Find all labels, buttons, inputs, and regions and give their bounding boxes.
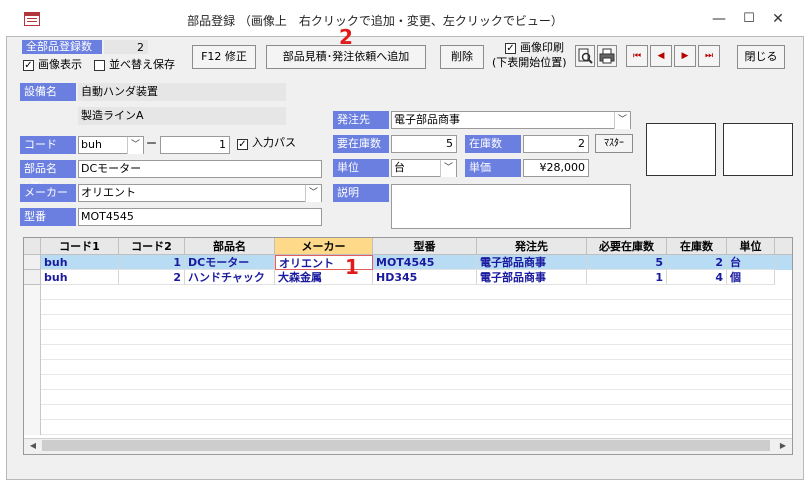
nav-next-button[interactable]: ▶ xyxy=(674,45,696,67)
chevron-down-icon[interactable]: ﹀ xyxy=(614,112,630,129)
table-cell[interactable]: 5 xyxy=(587,255,667,270)
chevron-down-icon[interactable]: ﹀ xyxy=(440,160,456,177)
table-cell[interactable]: DCモーター xyxy=(185,255,275,270)
maker-label: メーカー xyxy=(20,184,76,202)
row-selector[interactable] xyxy=(24,255,41,270)
price-field[interactable]: ¥28,000 xyxy=(523,159,589,177)
part-name-field[interactable]: DCモーター xyxy=(78,160,322,178)
required-stock-label: 要在庫数 xyxy=(333,135,389,153)
maker-select[interactable]: オリエント xyxy=(78,184,322,202)
required-stock-field[interactable]: 5 xyxy=(391,135,457,153)
table-cell[interactable]: buh xyxy=(41,270,119,285)
input-pass-label: 入力パス xyxy=(252,136,296,149)
part-name-label: 部品名(必) xyxy=(20,160,76,193)
window-title: 部品登録 （画像上 右クリックで追加・変更、左クリックでビュー） xyxy=(187,14,563,28)
scroll-left-icon[interactable]: ◀ xyxy=(26,440,40,452)
close-form-button[interactable]: 閉じる xyxy=(737,45,785,69)
table-cell[interactable]: 電子部品商事 xyxy=(477,255,587,270)
column-header[interactable]: 在庫数 xyxy=(667,238,727,255)
close-window-button[interactable]: ✕ xyxy=(763,6,793,32)
table-cell[interactable]: 2 xyxy=(667,255,727,270)
print-image-checkbox[interactable]: ✓ xyxy=(505,43,516,54)
row-selector[interactable] xyxy=(24,270,41,285)
column-header[interactable]: 部品名 xyxy=(185,238,275,255)
code-label: コード xyxy=(20,136,76,154)
column-header[interactable]: 型番 xyxy=(373,238,477,255)
supplier-select[interactable]: 電子部品商事 xyxy=(391,111,631,129)
unit-label: 単位 xyxy=(333,159,389,177)
supplier-label: 発注先 xyxy=(333,111,389,129)
table-cell[interactable]: ハンドチャック xyxy=(185,270,275,285)
annotation-one: 1 xyxy=(345,255,359,279)
print-image-label: 画像印刷 xyxy=(520,41,564,54)
table-cell[interactable]: 1 xyxy=(119,255,185,270)
print-preview-icon[interactable] xyxy=(575,45,595,67)
printer-icon[interactable] xyxy=(597,45,617,67)
nav-first-button[interactable]: ⏮ xyxy=(626,45,648,67)
column-header[interactable]: 単位 xyxy=(727,238,775,255)
grid-corner[interactable] xyxy=(24,238,41,255)
table-cell[interactable]: 1 xyxy=(587,270,667,285)
table-cell[interactable]: HD345 xyxy=(373,270,477,285)
model-field[interactable]: MOT4545 xyxy=(78,208,322,226)
column-header[interactable]: コード2 xyxy=(119,238,185,255)
image-box-1[interactable] xyxy=(646,123,716,176)
sort-save-label: 並べ替え保存 xyxy=(109,58,175,71)
column-header[interactable]: 必要在庫数 xyxy=(587,238,667,255)
annotation-two: 2 xyxy=(339,25,353,49)
table-cell[interactable]: 2 xyxy=(119,270,185,285)
image-box-2[interactable] xyxy=(723,123,793,176)
table-cell[interactable]: buh xyxy=(41,255,119,270)
master-button[interactable]: ﾏｽﾀｰ xyxy=(595,134,633,153)
equipment-value: 自動ハンダ装置 xyxy=(78,83,286,101)
total-count-value: 2 xyxy=(104,40,148,54)
print-start-note: (下表開始位置) xyxy=(492,56,567,69)
model-label: 型番 xyxy=(20,208,76,226)
table-cell[interactable]: 台 xyxy=(727,255,775,270)
chevron-down-icon[interactable]: ﹀ xyxy=(305,185,321,202)
f12-edit-button[interactable]: F12 修正 xyxy=(192,45,256,69)
scrollbar-thumb[interactable] xyxy=(42,440,770,451)
table-cell[interactable]: MOT4545 xyxy=(373,255,477,270)
description-label: 説明 xyxy=(333,184,389,202)
column-header[interactable]: メーカー xyxy=(275,238,373,255)
equipment-label: 設備名 xyxy=(20,83,76,101)
column-header-filler xyxy=(775,238,792,255)
price-label: 単価 xyxy=(465,159,521,177)
stock-field[interactable]: 2 xyxy=(523,135,589,153)
total-count-label: 全部品登録数 xyxy=(22,40,102,54)
show-image-label: 画像表示 xyxy=(38,58,82,71)
stock-label: 在庫数 xyxy=(465,135,521,153)
table-cell[interactable]: 電子部品商事 xyxy=(477,270,587,285)
table-cell[interactable]: 個 xyxy=(727,270,775,285)
input-pass-checkbox[interactable]: ✓ xyxy=(237,139,248,150)
row-selector-column xyxy=(24,285,41,435)
minimize-button[interactable]: — xyxy=(704,6,734,32)
column-header[interactable]: 発注先 xyxy=(477,238,587,255)
column-header[interactable]: コード1 xyxy=(41,238,119,255)
grid-empty-area[interactable] xyxy=(24,285,792,435)
line-value: 製造ラインA xyxy=(78,107,286,125)
sort-save-checkbox[interactable] xyxy=(94,60,105,71)
code-dash: ー xyxy=(146,137,157,150)
delete-button[interactable]: 削除 xyxy=(440,45,484,69)
description-field[interactable] xyxy=(391,184,631,229)
table-cell[interactable]: 4 xyxy=(667,270,727,285)
nav-last-button[interactable]: ⏭ xyxy=(698,45,720,67)
code2-field[interactable]: 1 xyxy=(160,136,230,154)
nav-prev-button[interactable]: ◀ xyxy=(650,45,672,67)
scroll-right-icon[interactable]: ▶ xyxy=(776,440,790,452)
parts-grid[interactable]: コード1 コード2 部品名 メーカー 型番 発注先 必要在庫数 在庫数 単位 b… xyxy=(23,237,793,455)
show-image-checkbox[interactable]: ✓ xyxy=(23,60,34,71)
maximize-button[interactable]: ☐ xyxy=(734,6,764,32)
chevron-down-icon[interactable]: ﹀ xyxy=(127,137,143,154)
